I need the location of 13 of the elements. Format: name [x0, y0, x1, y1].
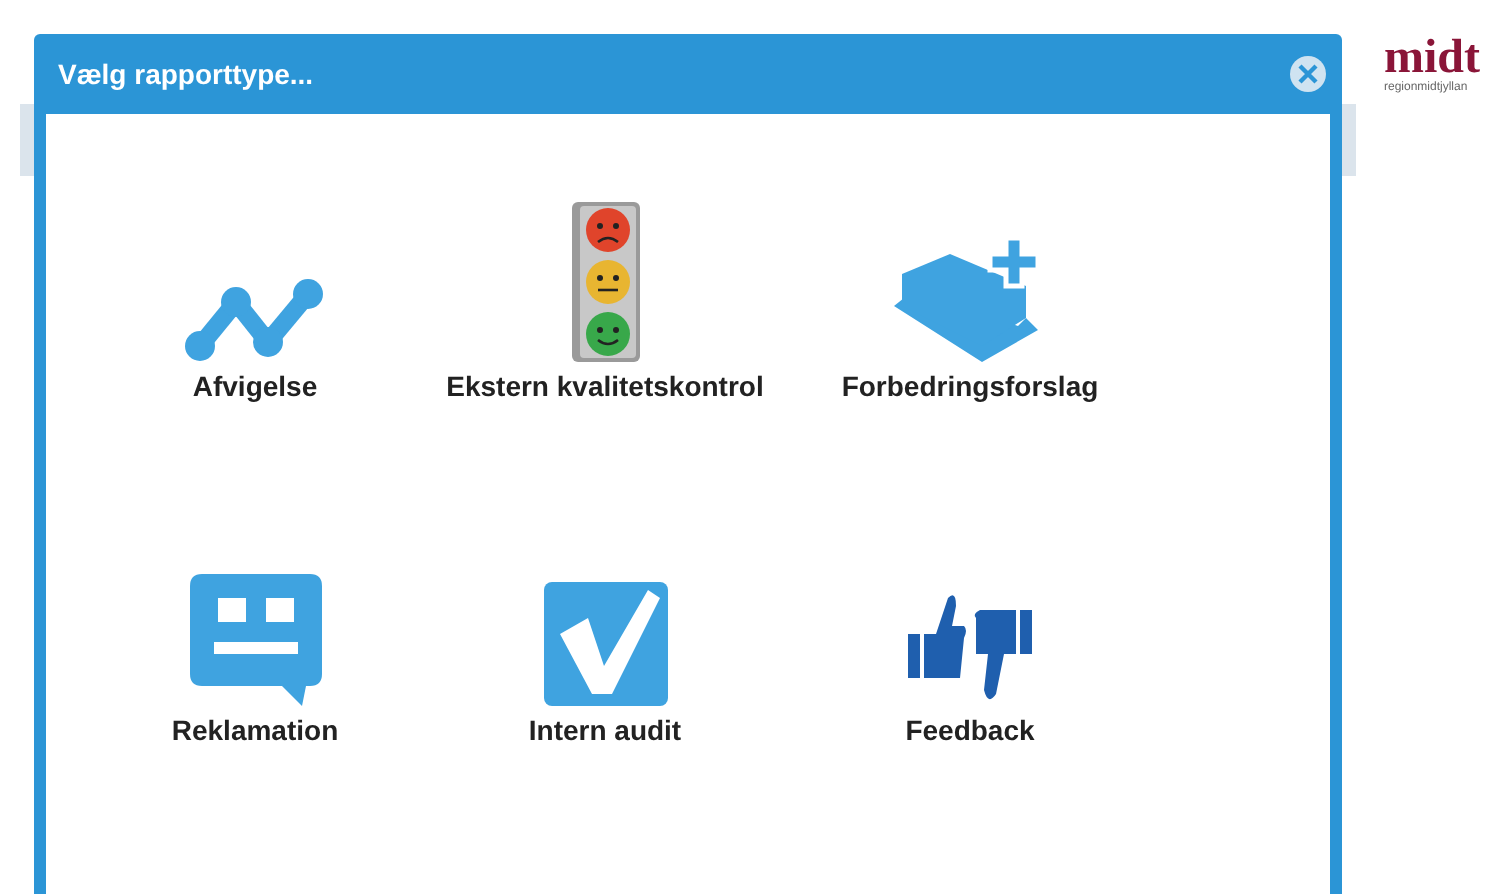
close-button[interactable]	[1290, 56, 1326, 92]
report-type-option[interactable]: Intern audit	[420, 538, 790, 748]
checkbox-check-icon	[543, 578, 667, 706]
dialog-title: Vælg rapporttype...	[58, 55, 314, 94]
report-type-option[interactable]: Feedback	[790, 538, 1150, 748]
line-chart-icon	[183, 274, 327, 362]
logo-wordmark: midt	[1384, 36, 1480, 80]
report-type-option[interactable]: Reklamation	[90, 538, 420, 748]
report-type-option[interactable]: Ekstern kvalitetskontrol	[420, 194, 790, 404]
close-icon	[1298, 64, 1318, 84]
report-type-option[interactable]: Forbedringsforslag	[790, 194, 1150, 404]
chat-bubble-icon	[189, 574, 321, 706]
report-type-option[interactable]: Afvigelse	[90, 194, 420, 404]
